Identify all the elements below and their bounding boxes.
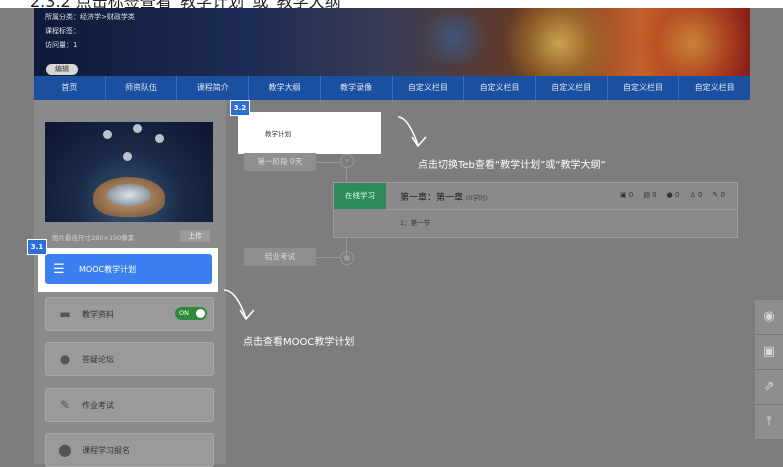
section-item[interactable]: 1：第一节 <box>400 217 430 227</box>
step-badge-3-2: 3.2 <box>230 100 250 116</box>
video-count: ▣ 0 <box>620 191 634 199</box>
location-icon: ⬤ <box>58 443 72 457</box>
chapter-card: 在线学习 第一章：第一章 (0学时) ▣ 0 ▤ 0 ● 0 ♙ 0 ✎ 0 1… <box>333 182 738 238</box>
edit-icon: ✎ <box>59 398 71 412</box>
tab-hint-text: 点击切换Teb查看“教学计划”或“教学大纲” <box>418 160 606 171</box>
nav-syllabus[interactable]: 教学大纲 <box>249 76 321 100</box>
course-category: 所属分类：经济学>财政学类 <box>45 13 135 21</box>
sidebar-item-forum[interactable]: ● 答疑论坛 <box>45 342 214 376</box>
image-size-hint: 图片最佳尺寸280×150像素 <box>52 234 135 242</box>
top-icon[interactable]: ⤒ <box>755 405 783 440</box>
course-banner <box>34 8 750 76</box>
visit-count: 访问量：1 <box>45 41 78 49</box>
nav-custom-2[interactable]: 自定义栏目 <box>464 76 536 100</box>
nav-custom-5[interactable]: 自定义栏目 <box>679 76 750 100</box>
tab-hint-arrow <box>397 116 427 148</box>
highlight-tab <box>238 112 381 154</box>
comment-count: ● 0 <box>666 191 680 199</box>
doc-count: ▤ 0 <box>643 191 657 199</box>
top-nav: 首页 师资队伍 课程简介 教学大纲 教学录像 自定义栏目 自定义栏目 自定义栏目… <box>34 76 750 100</box>
nav-videos[interactable]: 教学录像 <box>321 76 393 100</box>
chat-icon: ● <box>59 352 71 366</box>
sidebar-item-enroll[interactable]: ⬤ 课程学习报名 <box>45 433 214 467</box>
step-badge-3-1: 3.1 <box>27 239 47 255</box>
task-count: ✎ 0 <box>712 191 725 199</box>
share-icon[interactable]: ⇗ <box>755 370 783 405</box>
top-caption: 2.3.2 点击标签查看“教学计划”或“教学大纲” <box>0 0 783 8</box>
chapter-stats: ▣ 0 ▤ 0 ● 0 ♙ 0 ✎ 0 <box>620 191 725 199</box>
final-exam-button[interactable]: 结业考试 <box>244 248 316 266</box>
nav-intro[interactable]: 课程简介 <box>177 76 250 100</box>
list-icon: ☰ <box>53 261 65 277</box>
mooc-plan-label: MOOC教学计划 <box>79 264 137 274</box>
student-count: ♙ 0 <box>689 191 703 199</box>
save-icon[interactable]: ▣ <box>755 335 783 370</box>
exam-node <box>340 251 354 265</box>
sidebar-item-materials[interactable]: ▬ 教学资料 ON <box>45 297 214 331</box>
materials-toggle[interactable]: ON <box>175 307 207 320</box>
edit-button[interactable]: 编辑 <box>46 64 78 75</box>
upload-button[interactable]: 上传 <box>180 230 210 242</box>
mooc-plan-button[interactable]: ☰ MOOC教学计划 <box>45 254 212 284</box>
nav-custom-4[interactable]: 自定义栏目 <box>608 76 680 100</box>
nav-custom-1[interactable]: 自定义栏目 <box>393 76 465 100</box>
sidebar-item-homework[interactable]: ✎ 作业考试 <box>45 388 214 422</box>
stage-button[interactable]: 第一阶段 0天 <box>244 153 316 171</box>
right-toolbar: ◉ ▣ ⇗ ⤒ <box>755 300 783 440</box>
folder-icon: ▬ <box>59 307 71 321</box>
mooc-hint-text: 点击查看MOOC教学计划 <box>243 337 355 348</box>
eye-icon[interactable]: ◉ <box>755 300 783 335</box>
nav-faculty[interactable]: 师资队伍 <box>106 76 178 100</box>
nav-home[interactable]: 首页 <box>34 76 106 100</box>
chevron-down-icon[interactable]: ▾ <box>340 154 354 168</box>
online-study-button[interactable]: 在线学习 <box>334 183 386 209</box>
tab-teaching-plan[interactable]: 教学计划 <box>265 128 291 138</box>
nav-custom-3[interactable]: 自定义栏目 <box>536 76 608 100</box>
course-image <box>45 122 213 222</box>
course-tags: 课程标签： <box>45 27 80 35</box>
mooc-hint-arrow <box>223 289 255 321</box>
chapter-title: 第一章：第一章 (0学时) <box>400 193 489 203</box>
